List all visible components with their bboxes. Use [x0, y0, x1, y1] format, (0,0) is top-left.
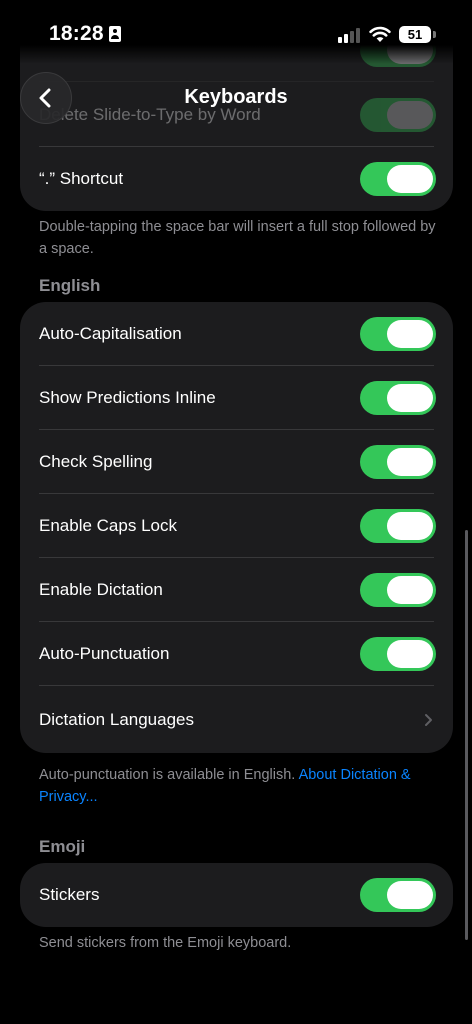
scroll-indicator[interactable] — [465, 530, 468, 940]
auto-capitalisation-toggle[interactable] — [360, 317, 436, 351]
row-enable-dictation[interactable]: Enable Dictation — [20, 558, 453, 622]
enable-dictation-toggle[interactable] — [360, 573, 436, 607]
stickers-label: Stickers — [39, 885, 100, 904]
row-dictation-languages[interactable]: Dictation Languages — [20, 688, 453, 752]
auto-punctuation-toggle[interactable] — [360, 637, 436, 671]
stickers-toggle[interactable] — [360, 878, 436, 912]
row-auto-capitalisation[interactable]: Auto-Capitalisation — [20, 302, 453, 366]
battery-tip — [433, 31, 436, 38]
enable-caps-lock-label: Enable Caps Lock — [39, 516, 177, 535]
auto-punctuation-label: Auto-Punctuation — [39, 644, 170, 663]
status-bar: 18:28 51 — [0, 0, 472, 64]
cellular-signal-icon — [338, 27, 362, 43]
section-header-english: English — [39, 276, 101, 295]
group-english: Auto-Capitalisation Show Predictions Inl… — [20, 302, 453, 753]
screen: Delete Slide-to-Type by Word “.” Shortcu… — [0, 0, 472, 1024]
row-period-shortcut[interactable]: “.” Shortcut — [20, 147, 453, 211]
dictation-footer-text: Auto-punctuation is available in English… — [39, 767, 299, 783]
row-check-spelling[interactable]: Check Spelling — [20, 430, 453, 494]
dictation-footer: Auto-punctuation is available in English… — [39, 764, 431, 808]
wifi-icon — [369, 26, 391, 42]
row-enable-caps-lock[interactable]: Enable Caps Lock — [20, 494, 453, 558]
period-shortcut-label: “.” Shortcut — [39, 169, 124, 188]
section-header-emoji: Emoji — [39, 837, 86, 856]
show-predictions-inline-label: Show Predictions Inline — [39, 388, 216, 407]
enable-caps-lock-toggle[interactable] — [360, 509, 436, 543]
status-time: 18:28 — [49, 22, 104, 45]
check-spelling-toggle[interactable] — [360, 445, 436, 479]
battery-icon: 51 — [399, 26, 431, 43]
group-emoji: Stickers — [20, 863, 453, 927]
chevron-right-icon — [425, 714, 432, 726]
auto-capitalisation-label: Auto-Capitalisation — [39, 324, 182, 343]
check-spelling-label: Check Spelling — [39, 452, 153, 471]
stickers-footer: Send stickers from the Emoji keyboard. — [39, 935, 292, 951]
row-show-predictions-inline[interactable]: Show Predictions Inline — [20, 366, 453, 430]
focus-mode-icon — [109, 26, 121, 42]
enable-dictation-label: Enable Dictation — [39, 580, 163, 599]
dictation-languages-label: Dictation Languages — [39, 710, 195, 729]
page-title: Keyboards — [184, 86, 288, 108]
period-shortcut-toggle[interactable] — [360, 162, 436, 196]
show-predictions-inline-toggle[interactable] — [360, 381, 436, 415]
shortcut-footer: Double-tapping the space bar will insert… — [39, 219, 436, 257]
row-auto-punctuation[interactable]: Auto-Punctuation — [20, 622, 453, 686]
row-stickers[interactable]: Stickers — [20, 863, 453, 927]
